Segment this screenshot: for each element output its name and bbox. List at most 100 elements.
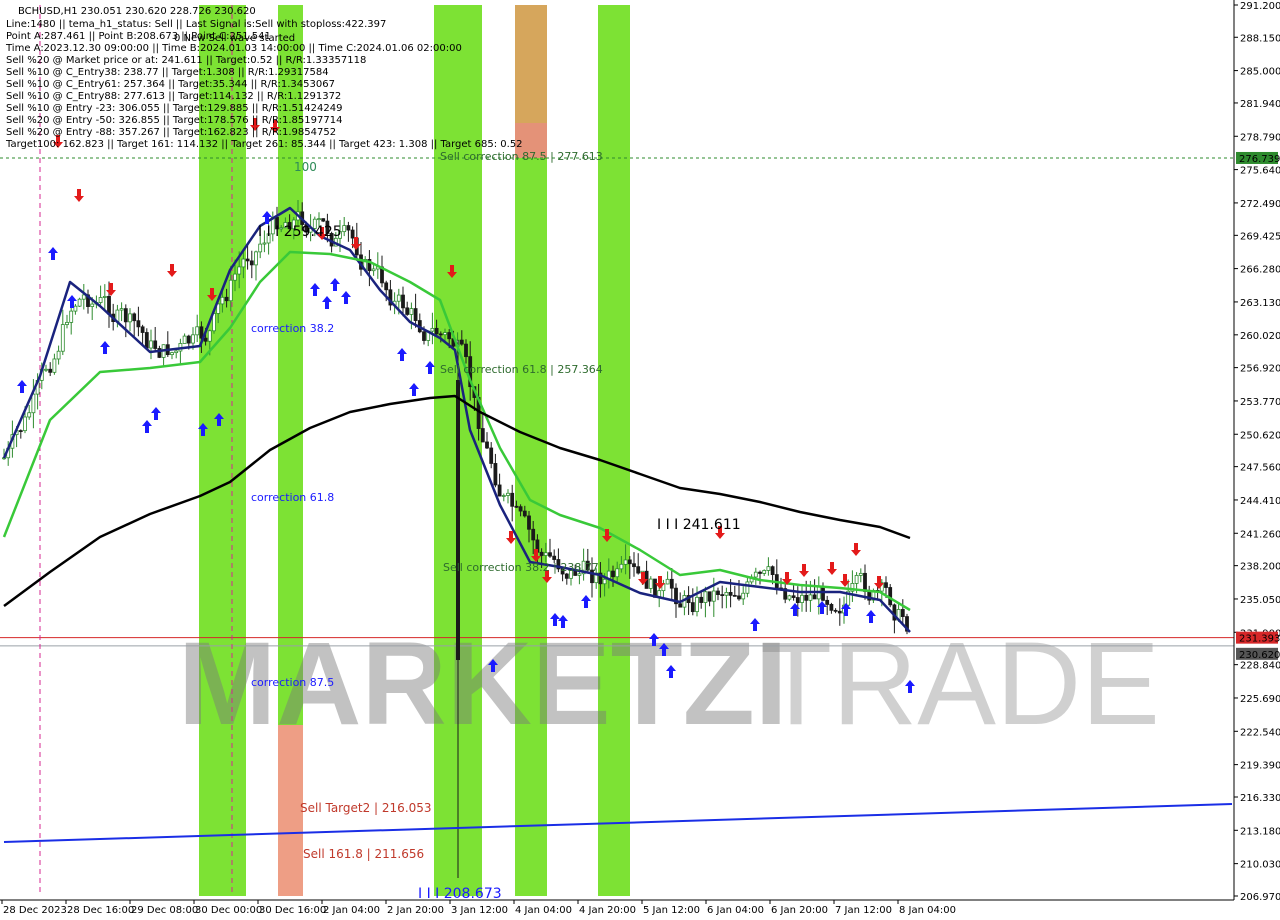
candle-body (464, 343, 468, 358)
candle-body (829, 604, 834, 611)
time-tick-label: 2 Jan 04:00 (323, 905, 380, 916)
candle-body (695, 596, 699, 613)
annotation-correction-38: correction 38.2 (251, 322, 334, 335)
candle-body (804, 594, 809, 601)
info-line: Sell %20 @ Market price or at: 241.611 |… (6, 55, 366, 66)
candle-body (69, 310, 74, 323)
candle-body (711, 590, 716, 602)
candle-body (623, 559, 628, 565)
candle-body (350, 229, 355, 239)
price-tick-label: 225.690 (1240, 694, 1280, 705)
price-label-text: 276.739 (1239, 154, 1280, 165)
candle-body (690, 602, 695, 613)
candle-body (447, 332, 452, 340)
candle-body (98, 297, 103, 303)
candle-body (170, 352, 174, 356)
candle-body (123, 308, 128, 323)
candle-body (527, 515, 531, 530)
candle-body (766, 566, 771, 571)
candle-body (128, 313, 132, 323)
candle-body (564, 573, 569, 579)
candle-body (619, 563, 624, 570)
candle-body (825, 599, 830, 605)
price-tick-label: 228.840 (1240, 661, 1280, 672)
candle-body (699, 596, 704, 603)
candle-body (396, 294, 401, 302)
annotation-correction-61: correction 61.8 (251, 491, 334, 504)
candle-body (102, 295, 107, 298)
candle-body (770, 566, 775, 576)
candle-body (821, 586, 825, 601)
candle-body (371, 268, 376, 272)
candle-body (552, 555, 557, 560)
candle-body (422, 331, 426, 341)
price-tick-label: 253.770 (1240, 397, 1280, 408)
candle-body (132, 313, 137, 322)
candle-body (800, 594, 804, 603)
price-label-text: 231.393 (1239, 634, 1280, 645)
candle-body (207, 330, 212, 342)
candle-body (548, 552, 552, 557)
candle-body (52, 358, 57, 373)
info-line: Sell %20 @ Entry -88: 357.267 || Target:… (6, 127, 336, 138)
candle-body (438, 333, 443, 336)
candle-body (602, 578, 607, 585)
candle-body (795, 597, 800, 603)
candle-body (884, 582, 888, 588)
price-tick-label: 281.940 (1240, 99, 1280, 110)
candle-body (224, 296, 229, 302)
candle-body (262, 242, 267, 245)
candle-body (401, 294, 405, 309)
candle-body (900, 609, 905, 617)
candle-body (241, 258, 246, 268)
candle-body (342, 225, 347, 233)
candle-body (77, 298, 82, 307)
price-tick-label: 219.390 (1240, 761, 1280, 772)
candle-body (518, 506, 523, 512)
price-tick-label: 291.200 (1240, 1, 1280, 12)
candle-body (787, 595, 792, 600)
candle-body (56, 350, 61, 360)
candle-body (182, 335, 187, 344)
candle-body (485, 441, 489, 449)
candle-body (149, 340, 153, 349)
price-tick-label: 288.150 (1240, 33, 1280, 44)
candle-body (669, 578, 674, 589)
candle-body (863, 572, 867, 592)
candle-body (531, 528, 536, 541)
candle-body (23, 416, 27, 432)
candle-body (627, 559, 632, 565)
candle-body (81, 294, 86, 300)
candle-body (716, 590, 720, 595)
time-tick-label: 7 Jan 12:00 (835, 905, 892, 916)
candle-body (480, 428, 485, 443)
candle-body (220, 296, 225, 305)
candle-body (203, 337, 208, 342)
candle-body (321, 218, 326, 222)
candle-body (489, 447, 494, 464)
candle-body (60, 324, 65, 352)
annotation-sell-correction-38: Sell correction 38.2 | 238.77 (443, 561, 599, 574)
annotation-100: 100 (294, 160, 317, 174)
candle-body (737, 595, 741, 600)
annotation-sell-correction-61: Sell correction 61.8 | 257.364 (440, 363, 603, 376)
candle-body (611, 570, 615, 578)
candle-body (186, 335, 191, 344)
candle-body (434, 327, 439, 335)
candle-body (18, 430, 23, 432)
candle-body (506, 492, 510, 496)
candle-body (636, 566, 641, 574)
price-tick-label: 247.560 (1240, 463, 1280, 474)
annotation-point-a-level: I I I 259.425 (258, 224, 342, 240)
candle-body (249, 260, 254, 266)
candle-body (728, 592, 733, 596)
candle-body (707, 591, 712, 602)
candle-body (812, 594, 817, 600)
candle-body (837, 610, 842, 614)
chart-background (0, 0, 1280, 920)
info-line: Time A:2023.12.30 09:00:00 || Time B:202… (5, 43, 462, 54)
time-tick-label: 30 Dec 00:00 (195, 905, 262, 916)
candle-body (632, 563, 636, 568)
price-chart[interactable]: MARKETZI TRADE Sell correction 87.5 | 27… (0, 0, 1280, 920)
price-tick-label: 238.200 (1240, 562, 1280, 573)
